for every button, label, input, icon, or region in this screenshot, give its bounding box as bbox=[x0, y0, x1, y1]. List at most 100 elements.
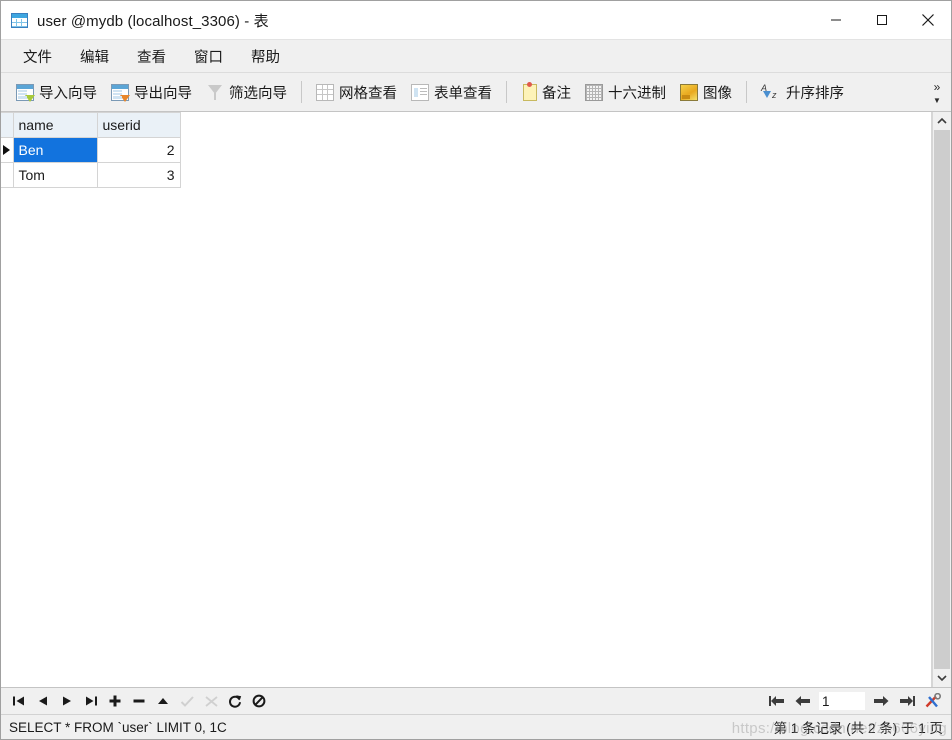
menu-help[interactable]: 帮助 bbox=[237, 42, 294, 71]
add-record-button[interactable] bbox=[103, 690, 127, 712]
cell-userid[interactable]: 3 bbox=[97, 162, 181, 188]
grid-view-label: 网格查看 bbox=[339, 85, 397, 102]
last-record-icon bbox=[86, 696, 97, 706]
first-page-icon bbox=[769, 696, 784, 706]
close-button[interactable] bbox=[905, 1, 951, 39]
last-record-button[interactable] bbox=[79, 690, 103, 712]
menu-file[interactable]: 文件 bbox=[9, 42, 66, 71]
toolbar-separator bbox=[301, 81, 302, 103]
page-number-input[interactable] bbox=[819, 692, 865, 710]
row-indicator-header bbox=[1, 112, 14, 138]
image-button[interactable]: 图像 bbox=[673, 79, 739, 106]
image-icon bbox=[680, 83, 698, 101]
chevron-down-icon bbox=[937, 675, 947, 682]
form-view-icon bbox=[411, 83, 429, 101]
table-header-row: name userid bbox=[1, 112, 181, 138]
scrollbar-track[interactable] bbox=[933, 130, 951, 669]
scrollbar-thumb[interactable] bbox=[934, 130, 950, 669]
import-wizard-button[interactable]: 导入向导 bbox=[9, 79, 104, 106]
tools-button[interactable] bbox=[921, 690, 945, 712]
status-sql-text: SELECT * FROM `user` LIMIT 0, 1C bbox=[9, 719, 227, 735]
memo-button[interactable]: 备注 bbox=[514, 79, 578, 106]
apply-changes-button[interactable] bbox=[175, 690, 199, 712]
hex-icon bbox=[585, 83, 603, 101]
column-header-name[interactable]: name bbox=[13, 112, 98, 138]
next-page-icon bbox=[874, 696, 889, 706]
minimize-icon bbox=[831, 19, 841, 21]
form-view-button[interactable]: 表单查看 bbox=[404, 79, 499, 106]
table-row[interactable]: Ben 2 bbox=[1, 137, 181, 163]
hex-button[interactable]: 十六进制 bbox=[578, 79, 673, 106]
last-page-icon bbox=[900, 696, 915, 706]
status-record-info: 第 1 条记录 (共 2 条) 于 1 页 bbox=[773, 721, 943, 736]
last-page-button[interactable] bbox=[895, 690, 919, 712]
hex-label: 十六进制 bbox=[608, 85, 666, 102]
sort-ascending-icon: Az bbox=[761, 82, 777, 100]
refresh-icon bbox=[228, 695, 241, 708]
column-header-userid[interactable]: userid bbox=[97, 112, 181, 138]
form-view-label: 表单查看 bbox=[434, 85, 492, 102]
refresh-button[interactable] bbox=[223, 690, 247, 712]
sort-ascending-button[interactable]: Az 升序排序 bbox=[754, 79, 851, 106]
chevron-double-right-icon: » bbox=[933, 79, 941, 94]
filter-wizard-button[interactable]: 筛选向导 bbox=[199, 79, 294, 106]
record-navigation-bar bbox=[1, 687, 951, 714]
scissors-icon bbox=[204, 695, 218, 707]
menu-edit[interactable]: 编辑 bbox=[66, 42, 123, 71]
window-title: user @mydb (localhost_3306) - 表 bbox=[37, 12, 269, 30]
discard-changes-button[interactable] bbox=[199, 690, 223, 712]
edit-record-button[interactable] bbox=[151, 690, 175, 712]
grid-view-button[interactable]: 网格查看 bbox=[309, 79, 404, 106]
filter-wizard-label: 筛选向导 bbox=[229, 85, 287, 102]
toolbar-separator bbox=[506, 81, 507, 103]
previous-record-icon bbox=[39, 696, 47, 706]
next-record-icon bbox=[63, 696, 71, 706]
data-grid: name userid Ben 2 Tom 3 bbox=[1, 112, 181, 188]
check-icon bbox=[180, 695, 194, 707]
chevron-down-icon: ▼ bbox=[933, 95, 941, 105]
first-page-button[interactable] bbox=[765, 690, 789, 712]
plus-icon bbox=[109, 695, 121, 707]
first-record-button[interactable] bbox=[7, 690, 31, 712]
previous-record-button[interactable] bbox=[31, 690, 55, 712]
filter-wizard-icon bbox=[206, 84, 224, 101]
cell-name[interactable]: Tom bbox=[13, 162, 98, 188]
menu-bar: 文件 编辑 查看 窗口 帮助 bbox=[1, 39, 951, 72]
main-toolbar: 导入向导 导出向导 筛选向导 网格查看 表单查看 备注 十六进制 图像 A z … bbox=[1, 72, 951, 112]
next-page-button[interactable] bbox=[869, 690, 893, 712]
stop-button[interactable] bbox=[247, 690, 271, 712]
data-grid-area[interactable]: name userid Ben 2 Tom 3 bbox=[1, 112, 932, 687]
next-record-button[interactable] bbox=[55, 690, 79, 712]
table-row[interactable]: Tom 3 bbox=[1, 162, 181, 188]
grid-container: name userid Ben 2 Tom 3 bbox=[1, 112, 951, 687]
toolbar-overflow-button[interactable]: » ▼ bbox=[927, 73, 947, 111]
minimize-button[interactable] bbox=[813, 1, 859, 39]
cell-userid[interactable]: 2 bbox=[97, 137, 181, 163]
memo-label: 备注 bbox=[542, 85, 571, 102]
previous-page-button[interactable] bbox=[791, 690, 815, 712]
image-label: 图像 bbox=[703, 85, 732, 102]
page-navigation bbox=[765, 690, 945, 712]
stop-icon bbox=[252, 694, 266, 708]
menu-window[interactable]: 窗口 bbox=[180, 42, 237, 71]
scroll-up-button[interactable] bbox=[933, 112, 951, 130]
cell-name[interactable]: Ben bbox=[13, 137, 98, 163]
import-wizard-icon bbox=[16, 83, 35, 102]
maximize-button[interactable] bbox=[859, 1, 905, 39]
maximize-icon bbox=[877, 15, 887, 25]
up-triangle-icon bbox=[158, 698, 168, 704]
toolbar-separator bbox=[746, 81, 747, 103]
import-wizard-label: 导入向导 bbox=[39, 85, 97, 102]
scroll-down-button[interactable] bbox=[933, 669, 951, 687]
delete-record-button[interactable] bbox=[127, 690, 151, 712]
export-wizard-button[interactable]: 导出向导 bbox=[104, 79, 199, 106]
title-bar: user @mydb (localhost_3306) - 表 bbox=[1, 1, 951, 39]
table-icon bbox=[11, 12, 28, 28]
status-bar: SELECT * FROM `user` LIMIT 0, 1C 第 1 条记录… bbox=[1, 714, 951, 739]
export-wizard-label: 导出向导 bbox=[134, 85, 192, 102]
menu-view[interactable]: 查看 bbox=[123, 42, 180, 71]
vertical-scrollbar[interactable] bbox=[932, 112, 951, 687]
chevron-up-icon bbox=[937, 117, 947, 124]
previous-page-icon bbox=[795, 696, 810, 706]
window-controls bbox=[813, 1, 951, 39]
